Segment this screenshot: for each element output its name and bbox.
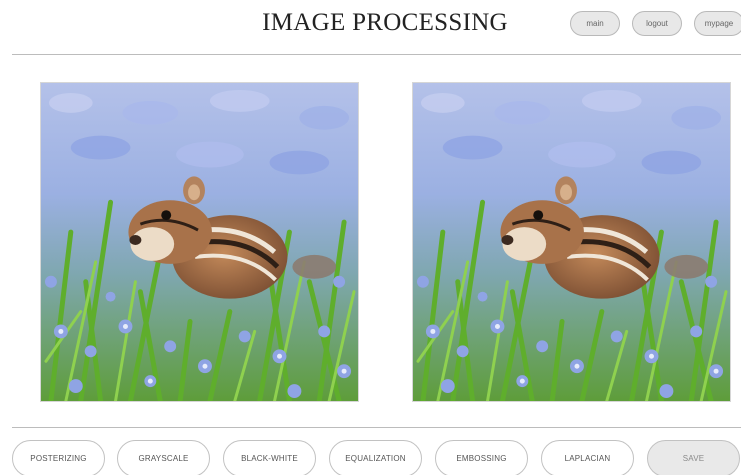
operations-toolbar: POSTERIZING GRAYSCALE BLACK-WHITE EQUALI… xyxy=(0,440,741,475)
original-image xyxy=(40,82,359,402)
logout-nav-button[interactable]: logout xyxy=(632,11,682,36)
save-button[interactable]: SAVE xyxy=(647,440,740,475)
posterizing-button[interactable]: POSTERIZING xyxy=(12,440,105,475)
equalization-button[interactable]: EQUALIZATION xyxy=(329,440,422,475)
chipmunk-photo xyxy=(41,83,358,401)
image-processing-page: IMAGE PROCESSING main logout mypage POST… xyxy=(0,0,741,475)
chipmunk-photo xyxy=(413,83,730,401)
processed-image xyxy=(412,82,731,402)
black-white-button[interactable]: BLACK-WHITE xyxy=(223,440,316,475)
mypage-nav-button[interactable]: mypage xyxy=(694,11,741,36)
toolbar-divider xyxy=(12,427,741,428)
header-divider xyxy=(12,54,741,55)
page-title: IMAGE PROCESSING xyxy=(262,9,508,36)
grayscale-button[interactable]: GRAYSCALE xyxy=(117,440,210,475)
laplacian-button[interactable]: LAPLACIAN xyxy=(541,440,634,475)
main-nav-button[interactable]: main xyxy=(570,11,620,36)
embossing-button[interactable]: EMBOSSING xyxy=(435,440,528,475)
